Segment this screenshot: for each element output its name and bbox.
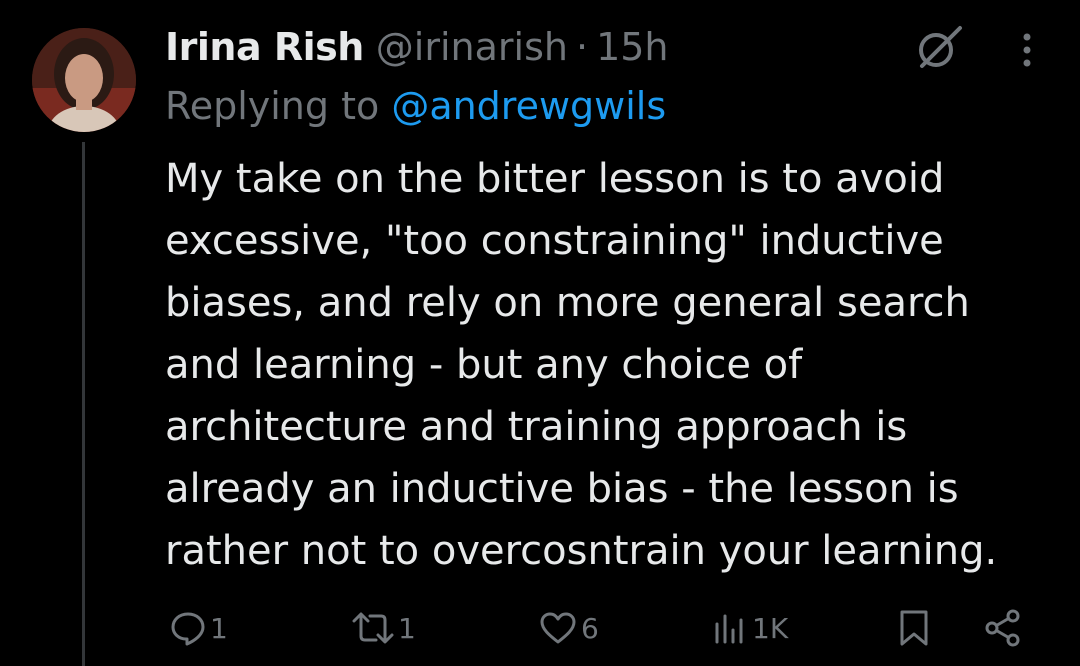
like-count: 6 — [581, 611, 599, 645]
like-button[interactable]: 6 — [537, 598, 599, 658]
share-button[interactable] — [982, 598, 1024, 658]
tweet-text: My take on the bitter lesson is to avoid… — [165, 148, 1065, 582]
tweet-text-line: excessive, "too constraining" inductive — [165, 218, 944, 264]
author-display-name[interactable]: Irina Rish — [165, 25, 364, 69]
author-handle[interactable]: @irinarish — [376, 25, 568, 69]
tweet-text-line: rather not to overcosntrain your learnin… — [165, 528, 998, 574]
thread-connector-line — [82, 142, 85, 666]
repost-count: 1 — [398, 611, 416, 645]
tweet-text-line: already an inductive bias - the lesson i… — [165, 466, 959, 512]
tweet-text-line: and learning - but any choice of — [165, 342, 803, 388]
tweet-text-line: biases, and rely on more general search — [165, 280, 970, 326]
views-button[interactable]: 1K — [710, 598, 788, 658]
bookmark-button[interactable] — [894, 598, 934, 658]
replying-to-label: Replying to — [165, 84, 392, 128]
tweet-text-line: My take on the bitter lesson is to avoid — [165, 156, 945, 202]
reply-target-handle[interactable]: @andrewgwils — [391, 84, 666, 128]
reply-icon — [171, 612, 205, 646]
more-vertical-icon[interactable] — [1004, 24, 1050, 74]
reply-button[interactable]: 1 — [168, 598, 228, 658]
tweet-header: Irina Rish @irinarish · 15h — [165, 22, 669, 72]
replying-to: Replying to @andrewgwils — [165, 84, 666, 128]
timestamp[interactable]: 15h — [596, 25, 668, 69]
avatar-image — [32, 28, 136, 132]
reply-count: 1 — [210, 611, 228, 645]
repost-icon — [352, 612, 394, 644]
views-icon — [715, 614, 743, 644]
avatar[interactable] — [32, 28, 136, 132]
action-bar: 1 1 6 1K — [0, 598, 1080, 658]
separator-dot: · — [575, 25, 589, 69]
repost-button[interactable]: 1 — [350, 598, 416, 658]
grok-icon[interactable] — [912, 20, 966, 74]
heart-icon — [540, 612, 576, 644]
bookmark-icon — [900, 610, 928, 646]
share-icon — [985, 609, 1020, 647]
tweet-text-line: architecture and training approach is — [165, 404, 908, 450]
view-count: 1K — [752, 611, 789, 645]
